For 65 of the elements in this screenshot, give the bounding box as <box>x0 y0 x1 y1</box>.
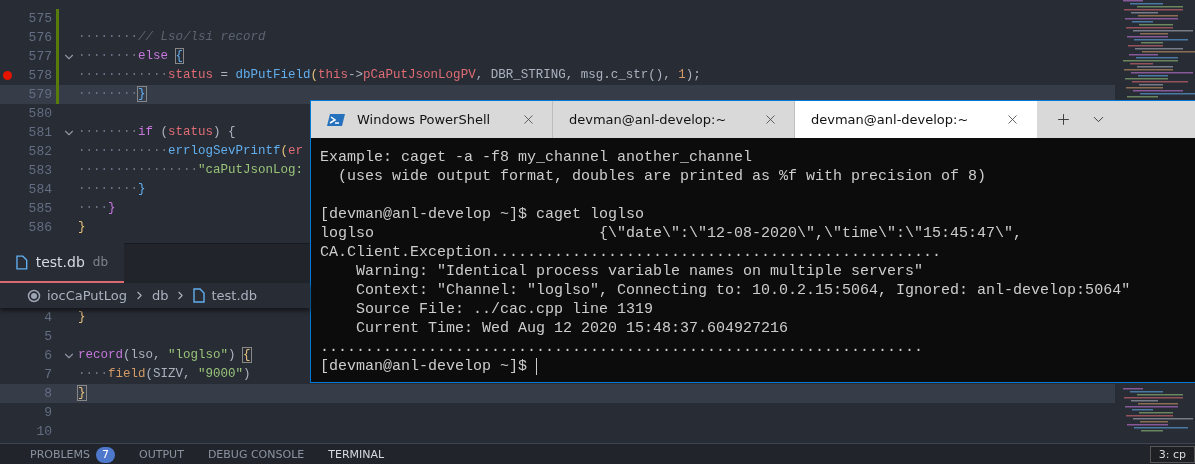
line-number: 577 <box>27 47 53 66</box>
line-number: 576 <box>27 28 53 47</box>
line-number: 5 <box>43 327 53 346</box>
code-line: ················"caPutJsonLog: <box>78 162 304 180</box>
breadcrumb-item[interactable]: db <box>151 285 169 306</box>
code-line: ········} <box>78 181 146 199</box>
line-number: 10 <box>35 422 53 441</box>
terminal-line: CA.Client.Exception.................................................. <box>320 243 943 262</box>
terminal-line: Source File: ../cac.cpp line 1319 <box>355 300 655 319</box>
line-number: 8 <box>43 384 53 403</box>
terminal-line: ................................................................... <box>320 338 925 357</box>
code-line: ········else { <box>78 48 184 66</box>
terminal-select[interactable]: 3: cp <box>1149 446 1195 463</box>
panel-tab[interactable]: OUTPUT <box>139 446 184 463</box>
line-number: 4 <box>43 308 53 327</box>
line-number: 585 <box>27 199 53 218</box>
terminal-line: Warning: "Identical process variable names on multiple servers" <box>355 262 925 281</box>
line-number: 583 <box>27 161 53 180</box>
terminal-line: [devman@anl-develop ~]$ <box>320 357 529 376</box>
panel-tab[interactable]: TERMINAL <box>328 446 385 463</box>
line-number: 584 <box>27 180 53 199</box>
file-icon <box>193 288 206 303</box>
circle-icon <box>27 288 41 303</box>
editor-tab[interactable]: test.db db <box>0 243 124 283</box>
code-line: ········} <box>78 86 146 104</box>
code-line: ········if (status) { <box>78 124 236 142</box>
terminal-line: (uses wide output format, doubles are printed as %f with precision of 8) <box>337 167 988 186</box>
new-tab-icon[interactable] <box>1055 111 1072 128</box>
close-icon[interactable] <box>763 112 778 127</box>
file-icon <box>16 254 28 270</box>
terminal-line: Example: caget -a -f8 my_channel another_channel <box>320 148 754 167</box>
breadcrumb-item[interactable]: test.db <box>211 285 258 306</box>
code-line: ············errlogSevPrintf(er <box>78 143 304 161</box>
close-icon[interactable] <box>1005 112 1020 127</box>
terminal-line: loglso {\"date\":\"12-08-2020\",\"time\":\"15:45:47\", <box>320 224 1024 243</box>
code-line: ············status = dbPutField(this->pCaPutJsonLogPV, DBR_STRING, msg.c_str(), 1); <box>78 67 701 85</box>
code-line: record(lso, "loglso") { <box>78 347 251 365</box>
code-line: ····field(SIZV, "9000") <box>78 366 251 384</box>
line-number: 9 <box>43 403 53 422</box>
count-badge: 7 <box>96 446 116 463</box>
line-number: 578 <box>27 66 53 85</box>
window-tab[interactable]: devman@anl-develop:~ <box>795 101 1037 138</box>
code-line: ········// Lso/lsi record <box>78 29 266 47</box>
terminal-line: Current Time: Wed Aug 12 2020 15:48:37.604927216 <box>355 319 790 338</box>
line-number: 575 <box>27 9 53 28</box>
panel-tab[interactable]: DEBUG CONSOLE <box>207 446 305 463</box>
terminal-line: Context: "Channel: "loglso", Connecting to: 10.0.2.15:5064, Ignored: anl-develop:5064" <box>355 281 1132 300</box>
line-number: 586 <box>27 218 53 237</box>
breadcrumb-item[interactable]: iocCaPutLog <box>47 285 127 306</box>
line-number: 581 <box>27 123 53 142</box>
code-line: } <box>78 219 86 237</box>
line-number: 579 <box>27 85 53 104</box>
close-icon[interactable] <box>521 112 536 127</box>
line-number: 6 <box>43 346 53 365</box>
code-line: } <box>78 385 86 403</box>
text-cursor <box>536 358 538 375</box>
panel-tab[interactable]: PROBLEMS <box>30 446 91 463</box>
breakpoint-icon[interactable] <box>2 71 12 80</box>
line-number: 582 <box>27 142 53 161</box>
code-line: } <box>78 309 86 327</box>
line-number: 580 <box>27 104 53 123</box>
terminal-line: [devman@anl-develop ~]$ caget loglso <box>320 205 646 224</box>
code-line: ····} <box>78 200 116 218</box>
line-number: 7 <box>43 365 53 384</box>
powershell-icon <box>327 112 345 127</box>
